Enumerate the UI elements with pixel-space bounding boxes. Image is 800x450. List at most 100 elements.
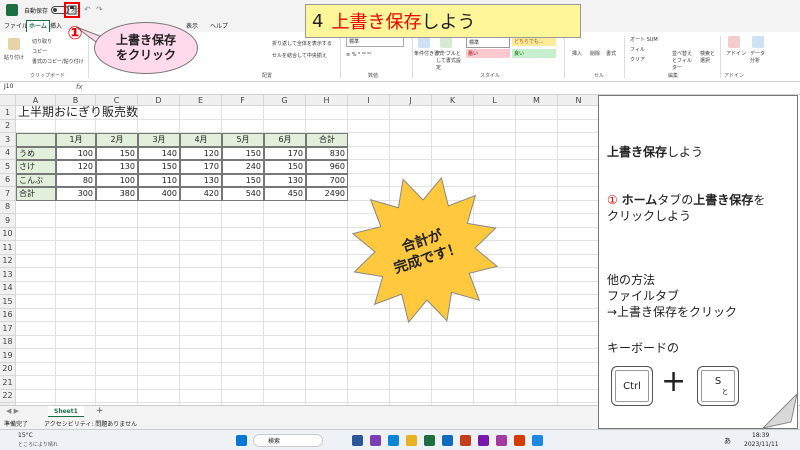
table-header-cell[interactable]: 合計 (306, 133, 348, 147)
grid-cell[interactable] (56, 241, 96, 255)
row-header[interactable]: 8 (0, 200, 16, 214)
addins-icon[interactable] (728, 36, 740, 48)
grid-cell[interactable] (432, 133, 474, 147)
grid-cell[interactable] (306, 119, 348, 133)
grid-cell[interactable] (558, 295, 600, 309)
grid-cell[interactable] (348, 362, 390, 376)
grid-cell[interactable] (138, 106, 180, 120)
table-row-label[interactable]: 合計 (16, 187, 56, 201)
grid-cell[interactable] (432, 389, 474, 403)
add-sheet-icon[interactable]: + (96, 406, 104, 416)
table-value-cell[interactable]: 450 (264, 187, 306, 201)
onenote-icon[interactable] (478, 435, 489, 446)
row-header[interactable]: 21 (0, 376, 16, 390)
grid-cell[interactable] (558, 227, 600, 241)
grid-cell[interactable] (222, 362, 264, 376)
format-as-table-button[interactable]: テーブルとして書式設定 (436, 50, 464, 71)
grid-cell[interactable] (96, 281, 138, 295)
grid-cell[interactable] (516, 295, 558, 309)
grid-cell[interactable] (516, 227, 558, 241)
merge-center-button[interactable]: セルを結合して中央揃え (272, 52, 327, 59)
grid-cell[interactable] (264, 362, 306, 376)
grid-cell[interactable] (180, 119, 222, 133)
grid-cell[interactable] (16, 362, 56, 376)
grid-cell[interactable] (516, 200, 558, 214)
grid-cell[interactable] (96, 214, 138, 228)
row-header[interactable]: 7 (0, 187, 16, 201)
tab-view[interactable]: 表示 (186, 21, 198, 30)
grid-cell[interactable] (96, 119, 138, 133)
grid-cell[interactable] (264, 376, 306, 390)
sheet-title[interactable]: 上半期おにぎり販売数 (18, 105, 138, 120)
tab-home[interactable]: ホーム (26, 20, 50, 32)
table-corner-cell[interactable] (16, 133, 56, 147)
grid-cell[interactable] (558, 376, 600, 390)
row-header[interactable]: 6 (0, 173, 16, 187)
grid-cell[interactable] (558, 268, 600, 282)
powerpoint-icon[interactable] (460, 435, 471, 446)
style-neutral[interactable]: どちらでも... (512, 37, 556, 46)
table-header-cell[interactable]: 5月 (222, 133, 264, 147)
grid-cell[interactable] (474, 335, 516, 349)
clock-date[interactable]: 2023/11/11 (744, 441, 779, 448)
grid-cell[interactable] (558, 281, 600, 295)
grid-cell[interactable] (348, 119, 390, 133)
grid-cell[interactable] (180, 227, 222, 241)
grid-cell[interactable] (516, 241, 558, 255)
grid-cell[interactable] (96, 268, 138, 282)
grid-cell[interactable] (264, 119, 306, 133)
redo-icon[interactable]: ↷ (96, 5, 103, 14)
table-value-cell[interactable]: 300 (56, 187, 96, 201)
column-header[interactable]: L (474, 95, 516, 106)
style-bad[interactable]: 悪い (466, 49, 510, 58)
grid-cell[interactable] (474, 160, 516, 174)
grid-cell[interactable] (306, 389, 348, 403)
grid-cell[interactable] (16, 281, 56, 295)
style-good[interactable]: 良い (512, 49, 556, 58)
grid-cell[interactable] (16, 308, 56, 322)
row-header[interactable]: 12 (0, 254, 16, 268)
grid-cell[interactable] (138, 200, 180, 214)
row-header[interactable]: 14 (0, 281, 16, 295)
grid-cell[interactable] (432, 106, 474, 120)
delete-cells-button[interactable]: 削除 (590, 50, 600, 57)
weather-temp[interactable]: 15°C (18, 432, 33, 439)
status-accessibility[interactable]: アクセシビリティ: 問題ありません (44, 419, 137, 428)
table-value-cell[interactable]: 120 (56, 160, 96, 174)
grid-cell[interactable] (138, 295, 180, 309)
grid-cell[interactable] (180, 335, 222, 349)
grid-cell[interactable] (264, 268, 306, 282)
addins-button[interactable]: アドイン (726, 50, 746, 57)
grid-cell[interactable] (180, 106, 222, 120)
grid-cell[interactable] (138, 214, 180, 228)
grid-cell[interactable] (558, 173, 600, 187)
grid-cell[interactable] (138, 281, 180, 295)
grid-cell[interactable] (306, 362, 348, 376)
column-header[interactable]: G (264, 95, 306, 106)
grid-cell[interactable] (16, 268, 56, 282)
grid-cell[interactable] (16, 254, 56, 268)
taskbar-app-icon[interactable] (496, 435, 507, 446)
grid-cell[interactable] (222, 295, 264, 309)
grid-cell[interactable] (264, 241, 306, 255)
grid-cell[interactable] (16, 349, 56, 363)
file-explorer-icon[interactable] (406, 435, 417, 446)
grid-cell[interactable] (56, 254, 96, 268)
grid-cell[interactable] (56, 200, 96, 214)
grid-cell[interactable] (306, 295, 348, 309)
table-value-cell[interactable]: 130 (180, 173, 222, 187)
grid-cell[interactable] (558, 187, 600, 201)
excel-taskbar-icon[interactable] (424, 435, 435, 446)
grid-cell[interactable] (558, 308, 600, 322)
grid-cell[interactable] (558, 322, 600, 336)
grid-cell[interactable] (96, 362, 138, 376)
grid-cell[interactable] (348, 376, 390, 390)
grid-cell[interactable] (348, 349, 390, 363)
grid-cell[interactable] (516, 106, 558, 120)
grid-cell[interactable] (264, 281, 306, 295)
undo-icon[interactable]: ↶ (84, 5, 91, 14)
format-painter-button[interactable]: 書式のコピー/貼り付け (32, 58, 84, 65)
grid-cell[interactable] (16, 214, 56, 228)
grid-cell[interactable] (474, 119, 516, 133)
copy-button[interactable]: コピー (32, 48, 47, 55)
